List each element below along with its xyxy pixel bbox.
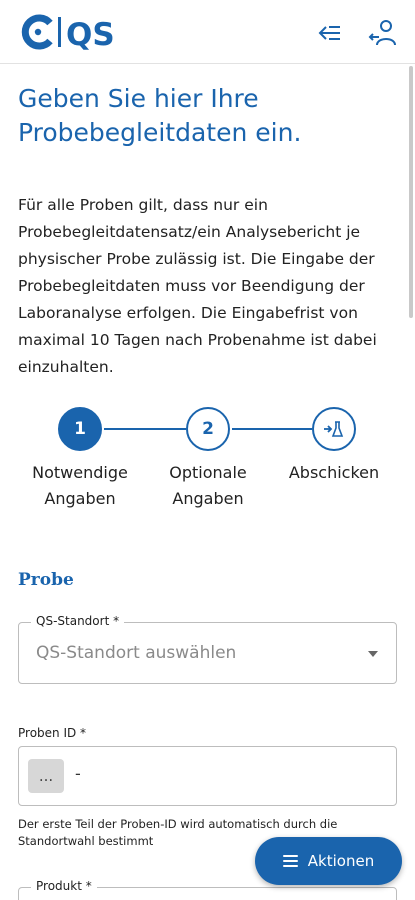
proben-id-prefix: ... — [28, 759, 64, 793]
step-3-label: Abschicken — [288, 463, 380, 482]
step-3-circle[interactable] — [312, 407, 356, 451]
user-logout-icon[interactable] — [366, 16, 400, 50]
section-title-probe: Probe — [18, 570, 74, 590]
send-flask-icon — [324, 421, 344, 437]
aktionen-label: Aktionen — [307, 852, 375, 870]
app-header: QS — [0, 0, 415, 64]
standort-label: QS-Standort * — [31, 614, 125, 628]
scrollbar-thumb[interactable] — [409, 66, 413, 318]
collapse-left-icon[interactable] — [314, 16, 348, 50]
intro-text: Für alle Proben gilt, dass nur ein Probe… — [18, 196, 377, 376]
produkt-select[interactable]: Produkt * — [18, 879, 397, 900]
qs-logo[interactable]: QS — [20, 12, 128, 52]
aktionen-button[interactable]: Aktionen — [255, 837, 402, 885]
chevron-down-icon — [368, 651, 378, 657]
menu-icon — [282, 855, 298, 867]
step-1-label: Notwendige Angaben — [32, 463, 128, 508]
page-title: Geben Sie hier Ihre Probebegleitdaten ei… — [18, 84, 302, 147]
standort-placeholder: QS-Standort auswählen — [36, 643, 237, 663]
step-connector — [104, 428, 186, 430]
proben-id-label: Proben ID * — [18, 726, 87, 740]
step-1-circle[interactable]: 1 — [58, 407, 102, 451]
qs-logo-icon: QS — [21, 14, 115, 52]
step-2-label: Optionale Angaben — [169, 463, 247, 508]
proben-id-separator: - — [75, 764, 81, 783]
stepper: 1 2 Notwendige Angaben Optionale Angaben… — [0, 404, 415, 514]
logo-text: QS — [66, 17, 115, 52]
produkt-label: Produkt * — [31, 879, 97, 893]
step-connector — [232, 428, 312, 430]
standort-select[interactable]: QS-Standort * QS-Standort auswählen — [18, 614, 397, 684]
step-2-circle[interactable]: 2 — [186, 407, 230, 451]
proben-id-field[interactable]: ... - — [18, 746, 397, 806]
